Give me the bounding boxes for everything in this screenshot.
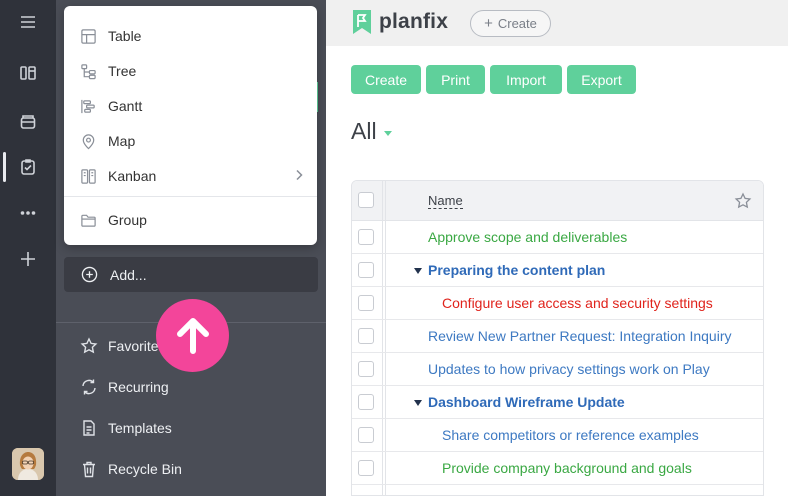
- print-button[interactable]: Print: [426, 65, 485, 94]
- avatar[interactable]: [12, 448, 44, 480]
- map-pin-icon: [82, 133, 95, 149]
- tasks-icon[interactable]: [0, 152, 56, 182]
- view-type-menu: Table Tree Gantt Map Kanban Group: [64, 6, 317, 245]
- app-logo[interactable]: planfix: [352, 10, 448, 34]
- app-name: planfix: [379, 10, 449, 33]
- menu-item-gantt[interactable]: Gantt: [64, 91, 317, 121]
- global-create-button[interactable]: + Create: [470, 10, 551, 37]
- highlight-arrow: [156, 299, 229, 372]
- plus-icon: +: [484, 15, 493, 32]
- plus-icon[interactable]: [0, 244, 56, 274]
- sidebar-item-favorites[interactable]: Favorites: [80, 334, 166, 358]
- planfix-logo-icon: [353, 10, 371, 34]
- more-icon[interactable]: [0, 198, 56, 228]
- recurring-icon: [82, 379, 96, 395]
- row-checkbox[interactable]: [358, 262, 374, 278]
- kanban-icon: [81, 168, 96, 184]
- tree-icon: [81, 63, 96, 79]
- folder-icon: [81, 214, 96, 227]
- column-header-name[interactable]: Name: [428, 193, 463, 209]
- view-title: All: [351, 118, 377, 144]
- arrow-up-icon: [176, 317, 209, 354]
- menu-item-label: Table: [108, 28, 142, 44]
- table-row[interactable]: Dashboard Wireframe Update: [352, 386, 763, 419]
- row-checkbox[interactable]: [358, 460, 374, 476]
- menu-item-label: Map: [108, 133, 136, 149]
- add-circle-icon: [81, 266, 98, 283]
- menu-item-label: Tree: [108, 63, 137, 79]
- menu-item-tree[interactable]: Tree: [64, 56, 317, 86]
- table-row[interactable]: Share competitors or reference examples: [352, 419, 763, 452]
- table-header: Name: [352, 181, 763, 221]
- star-icon[interactable]: [734, 192, 752, 215]
- add-view-button[interactable]: Add...: [64, 257, 318, 292]
- row-checkbox[interactable]: [358, 229, 374, 245]
- task-name[interactable]: Approve scope and deliverables: [428, 229, 627, 245]
- menu-item-label: Gantt: [108, 98, 143, 114]
- inbox-icon[interactable]: [0, 106, 56, 136]
- templates-icon: [83, 420, 95, 436]
- task-name[interactable]: Review New Partner Request: Integration …: [428, 328, 731, 344]
- row-checkbox[interactable]: [358, 394, 374, 410]
- task-name[interactable]: Provide company background and goals: [442, 460, 692, 476]
- expand-toggle-icon[interactable]: [414, 400, 422, 406]
- table-row[interactable]: Updates to how privacy settings work on …: [352, 353, 763, 386]
- task-name[interactable]: Dashboard Wireframe Update: [428, 394, 625, 410]
- menu-item-label: Group: [108, 212, 147, 228]
- table-row[interactable]: Preparing the content plan: [352, 254, 763, 287]
- select-all-checkbox[interactable]: [358, 192, 374, 208]
- view-selector[interactable]: All: [351, 118, 392, 145]
- task-table: Name Approve scope and deliverables Prepa…: [351, 180, 764, 496]
- table-row[interactable]: Review New Partner Request: Integration …: [352, 320, 763, 353]
- task-name[interactable]: Configure user access and security setti…: [442, 295, 713, 311]
- import-button[interactable]: Import: [490, 65, 562, 94]
- star-icon: [80, 337, 98, 354]
- menu-item-map[interactable]: Map: [64, 126, 317, 156]
- icon-rail: [0, 0, 56, 496]
- sidebar-item-templates[interactable]: Templates: [80, 416, 172, 440]
- table-icon: [81, 28, 96, 44]
- task-name[interactable]: Updates to how privacy settings work on …: [428, 361, 710, 377]
- row-checkbox[interactable]: [358, 328, 374, 344]
- table-row[interactable]: Approve scope and deliverables: [352, 221, 763, 254]
- create-button[interactable]: Create: [351, 65, 421, 94]
- sidebar-item-recycle-bin[interactable]: Recycle Bin: [80, 457, 182, 481]
- row-checkbox[interactable]: [358, 361, 374, 377]
- table-row[interactable]: Provide company background and goals: [352, 452, 763, 485]
- menu-divider: [64, 196, 317, 197]
- row-checkbox[interactable]: [358, 427, 374, 443]
- menu-item-group[interactable]: Group: [64, 205, 317, 235]
- sidebar-item-label: Recycle Bin: [108, 461, 182, 477]
- task-name[interactable]: Preparing the content plan: [428, 262, 605, 278]
- sidebar-item-label: Templates: [108, 420, 172, 436]
- chevron-right-icon: [293, 168, 305, 184]
- task-name[interactable]: Share competitors or reference examples: [442, 427, 699, 443]
- table-row[interactable]: Configure user access and security setti…: [352, 287, 763, 320]
- add-view-label: Add...: [110, 266, 147, 283]
- caret-down-icon: [383, 130, 392, 136]
- menu-icon[interactable]: [0, 7, 56, 37]
- menu-item-label: Kanban: [108, 168, 157, 184]
- row-checkbox[interactable]: [358, 295, 374, 311]
- menu-item-kanban[interactable]: Kanban: [64, 161, 317, 191]
- sidebar-item-recurring[interactable]: Recurring: [80, 375, 169, 399]
- expand-toggle-icon[interactable]: [414, 268, 422, 274]
- gantt-icon: [81, 99, 95, 113]
- projects-icon[interactable]: [0, 58, 56, 88]
- menu-item-table[interactable]: Table: [64, 21, 317, 51]
- global-create-label: Create: [497, 16, 537, 31]
- export-button[interactable]: Export: [567, 65, 636, 94]
- sidebar-item-label: Recurring: [108, 379, 169, 395]
- trash-icon: [83, 461, 95, 478]
